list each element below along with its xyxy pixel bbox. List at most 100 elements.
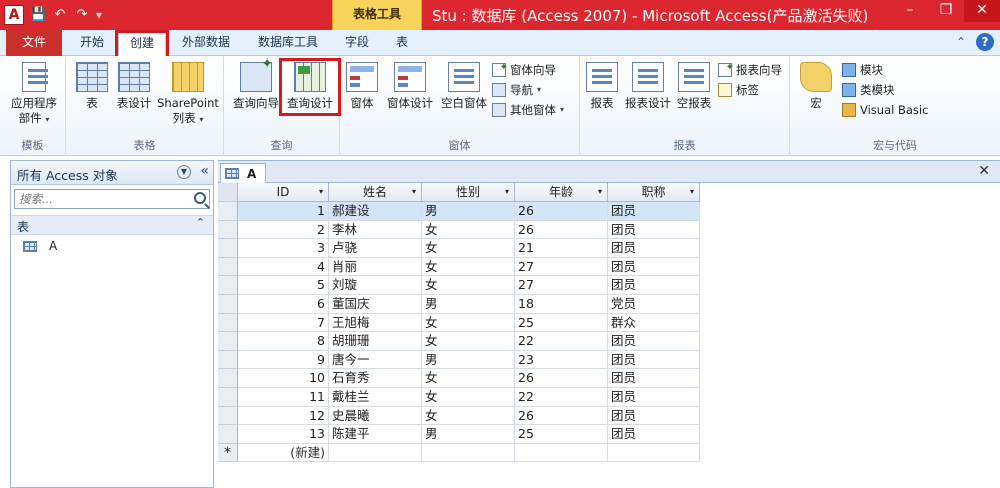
- tab-database-tools[interactable]: 数据库工具: [248, 30, 328, 56]
- close-document-icon[interactable]: ✕: [978, 163, 990, 179]
- table-cell[interactable]: 女: [422, 387, 515, 407]
- collapse-pane-icon[interactable]: «: [200, 163, 209, 179]
- column-header[interactable]: ID ▾: [238, 183, 329, 202]
- table-row[interactable]: 13 陈建平男 25 团员: [238, 425, 700, 444]
- table-cell[interactable]: 27: [515, 276, 608, 295]
- table-design-button[interactable]: 表设计: [114, 62, 154, 111]
- table-cell[interactable]: 男: [422, 202, 515, 221]
- table-cell[interactable]: [608, 443, 700, 463]
- table-row[interactable]: 3 卢骁女 21 团员: [238, 239, 700, 258]
- table-cell[interactable]: 22: [515, 332, 608, 351]
- table-cell[interactable]: 27: [515, 257, 608, 277]
- table-cell[interactable]: 卢骁: [329, 239, 422, 258]
- table-cell[interactable]: 团员: [608, 387, 700, 407]
- column-filter-dropdown-icon[interactable]: ▾: [598, 183, 602, 201]
- blank-report-button[interactable]: 空报表: [674, 62, 714, 111]
- table-cell[interactable]: 男: [422, 425, 515, 444]
- undo-icon[interactable]: ↶: [52, 7, 68, 23]
- blank-form-button[interactable]: 空白窗体: [438, 62, 490, 111]
- table-cell[interactable]: 男: [422, 294, 515, 314]
- report-wizard-button[interactable]: 报表向导: [718, 58, 782, 80]
- column-filter-dropdown-icon[interactable]: ▾: [690, 183, 694, 201]
- table-cell[interactable]: 25: [515, 425, 608, 444]
- table-cell[interactable]: [422, 443, 515, 463]
- table-cell[interactable]: 男: [422, 350, 515, 370]
- table-cell[interactable]: 9: [238, 350, 329, 370]
- sharepoint-lists-button[interactable]: SharePoint 列表 ▾: [154, 62, 222, 127]
- table-cell[interactable]: 胡珊珊: [329, 332, 422, 351]
- record-selector[interactable]: [218, 202, 238, 221]
- column-filter-dropdown-icon[interactable]: ▾: [412, 183, 416, 201]
- table-cell[interactable]: 肖丽: [329, 257, 422, 277]
- table-row[interactable]: 2 李林女 26 团员: [238, 220, 700, 240]
- application-parts-button[interactable]: 应用程序 部件 ▾: [6, 62, 62, 127]
- column-header[interactable]: 年龄 ▾: [515, 183, 608, 202]
- minimize-button[interactable]: –: [892, 0, 928, 22]
- table-row[interactable]: 1 郝建设男 26 团员: [238, 202, 700, 221]
- table-cell[interactable]: 6: [238, 294, 329, 314]
- select-all-corner[interactable]: [218, 183, 238, 202]
- table-row[interactable]: 6 董国庆男 18 党员: [238, 294, 700, 314]
- table-cell[interactable]: 10: [238, 369, 329, 388]
- tab-file[interactable]: 文件: [6, 30, 62, 56]
- table-cell[interactable]: 12: [238, 406, 329, 426]
- record-selector[interactable]: [218, 406, 238, 426]
- nav-menu-chevron-icon[interactable]: ▼: [177, 165, 191, 179]
- record-selector[interactable]: [218, 313, 238, 333]
- table-cell[interactable]: 团员: [608, 332, 700, 351]
- table-row[interactable]: 5 刘璇女 27 团员: [238, 276, 700, 295]
- table-cell[interactable]: (新建): [238, 443, 329, 463]
- record-selector[interactable]: [218, 276, 238, 295]
- table-row[interactable]: 9 唐今一男 23 团员: [238, 350, 700, 370]
- record-selector[interactable]: [218, 332, 238, 351]
- table-cell[interactable]: 女: [422, 257, 515, 277]
- record-selector[interactable]: [218, 350, 238, 370]
- macro-button[interactable]: 宏: [800, 62, 832, 111]
- table-cell[interactable]: 26: [515, 369, 608, 388]
- table-cell[interactable]: 11: [238, 387, 329, 407]
- table-cell[interactable]: 女: [422, 220, 515, 240]
- table-cell[interactable]: 18: [515, 294, 608, 314]
- tab-external-data[interactable]: 外部数据: [172, 30, 240, 56]
- more-forms-button[interactable]: 其他窗体 ▾: [492, 100, 564, 120]
- module-button[interactable]: 模块: [842, 60, 883, 80]
- record-selector[interactable]: [218, 294, 238, 314]
- class-module-button[interactable]: 类模块: [842, 80, 895, 100]
- save-icon[interactable]: 💾: [30, 7, 46, 23]
- search-icon[interactable]: [194, 192, 206, 204]
- table-cell[interactable]: 26: [515, 220, 608, 240]
- table-cell[interactable]: 唐今一: [329, 350, 422, 370]
- table-cell[interactable]: 女: [422, 239, 515, 258]
- navigation-button[interactable]: 导航 ▾: [492, 80, 541, 100]
- close-button[interactable]: ✕: [964, 0, 1000, 22]
- nav-search-input[interactable]: [15, 190, 185, 208]
- table-cell[interactable]: 2: [238, 220, 329, 240]
- table-cell[interactable]: 戴桂兰: [329, 387, 422, 407]
- column-header[interactable]: 职称 ▾: [608, 183, 700, 202]
- access-app-icon[interactable]: A: [4, 5, 24, 25]
- labels-button[interactable]: 标签: [718, 80, 759, 100]
- table-cell[interactable]: 26: [515, 202, 608, 221]
- table-row[interactable]: 4 肖丽女 27 团员: [238, 257, 700, 277]
- table-cell[interactable]: 22: [515, 387, 608, 407]
- table-row[interactable]: 11 戴桂兰女 22 团员: [238, 387, 700, 407]
- help-icon[interactable]: ?: [976, 33, 994, 51]
- form-wizard-button[interactable]: 窗体向导: [492, 58, 556, 80]
- record-selector[interactable]: [218, 220, 238, 240]
- table-cell[interactable]: 董国庆: [329, 294, 422, 314]
- table-cell[interactable]: 郝建设: [329, 202, 422, 221]
- minimize-ribbon-icon[interactable]: ⌃: [952, 33, 970, 51]
- table-cell[interactable]: 王旭梅: [329, 313, 422, 333]
- tab-fields[interactable]: 字段: [336, 30, 378, 56]
- column-header[interactable]: 性别 ▾: [422, 183, 515, 202]
- table-cell[interactable]: 3: [238, 239, 329, 258]
- table-cell[interactable]: 群众: [608, 313, 700, 333]
- maximize-button[interactable]: ❐: [928, 0, 964, 22]
- table-cell[interactable]: 陈建平: [329, 425, 422, 444]
- table-cell[interactable]: 团员: [608, 202, 700, 221]
- table-cell[interactable]: 史晨曦: [329, 406, 422, 426]
- customize-qat-icon[interactable]: ▾: [96, 8, 102, 22]
- table-cell[interactable]: [329, 443, 422, 463]
- table-cell[interactable]: 4: [238, 257, 329, 277]
- table-cell[interactable]: 团员: [608, 257, 700, 277]
